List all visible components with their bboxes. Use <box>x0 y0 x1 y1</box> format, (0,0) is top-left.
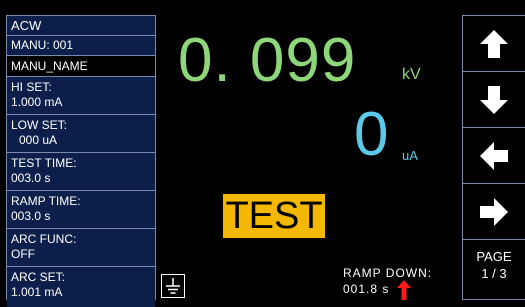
param-label: ARC FUNC: <box>11 232 77 246</box>
param-value: 003.0 s <box>11 171 51 185</box>
arrow-left-icon <box>480 141 508 170</box>
test-status-badge: TEST <box>223 194 325 238</box>
voltage-readout: 0. 099 <box>178 26 357 95</box>
voltage-unit: kV <box>402 66 421 83</box>
ramp-phase-label: RAMP DOWN: <box>343 266 433 280</box>
ground-icon <box>161 274 185 298</box>
ramp-phase-time: 001.8 s <box>343 282 390 296</box>
test-time-param: TEST TIME: 003.0 s <box>7 153 155 191</box>
page-label: PAGE <box>476 249 512 264</box>
arrow-right-icon <box>480 197 508 226</box>
param-value: 000 uA <box>19 133 58 147</box>
ramp-up-arrow-icon <box>397 280 411 300</box>
current-unit: uA <box>402 148 418 163</box>
param-value: OFF <box>11 247 35 261</box>
arrow-down-icon <box>480 85 508 114</box>
low-set-param: LOW SET: 000 uA <box>7 115 155 153</box>
parameter-sidebar: ACW MANU: 001 MANU_NAME HI SET: 1.000 mA… <box>6 15 156 307</box>
manu-number: MANU: 001 <box>7 36 155 56</box>
arrow-left-button[interactable] <box>463 128 525 184</box>
page-indicator: 1 / 3 <box>481 266 507 281</box>
param-label: RAMP TIME: <box>11 194 81 208</box>
arrow-right-button[interactable] <box>463 184 525 240</box>
param-value: 1.001 mA <box>11 285 63 299</box>
page-button[interactable]: PAGE 1 / 3 <box>463 240 525 282</box>
mode-title: ACW <box>7 16 155 36</box>
param-label: HI SET: <box>11 80 52 94</box>
param-label: LOW SET: <box>11 118 68 132</box>
arrow-up-button[interactable] <box>463 16 525 72</box>
current-readout: 0 <box>354 100 389 169</box>
arrow-up-icon <box>480 29 508 58</box>
manu-name: MANU_NAME <box>7 56 155 77</box>
arc-set-param: ARC SET: 1.001 mA <box>7 267 155 307</box>
param-label: ARC SET: <box>11 270 66 284</box>
param-value: 003.0 s <box>11 209 51 223</box>
param-value: 1.000 mA <box>11 95 63 109</box>
hi-set-param: HI SET: 1.000 mA <box>7 77 155 115</box>
param-label: TEST TIME: <box>11 156 77 170</box>
navigation-panel: PAGE 1 / 3 <box>462 15 525 300</box>
arc-func-param: ARC FUNC: OFF <box>7 229 155 267</box>
ramp-time-param: RAMP TIME: 003.0 s <box>7 191 155 229</box>
arrow-down-button[interactable] <box>463 72 525 128</box>
